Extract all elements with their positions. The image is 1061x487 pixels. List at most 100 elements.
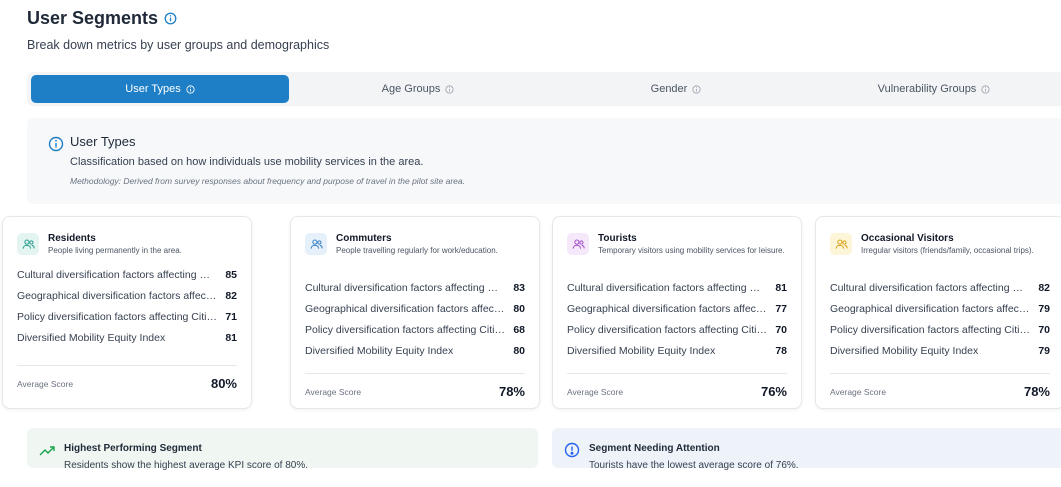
users-icon <box>17 233 39 255</box>
tab-label: Vulnerability Groups <box>877 83 977 95</box>
info-icon <box>186 84 195 94</box>
metric-row: Diversified Mobility Equity Index 80 <box>305 340 525 361</box>
metric-label: Policy diversification factors affecting… <box>305 323 505 336</box>
segment-card-occasional-visitors: Occasional Visitors Irregular visitors (… <box>815 216 1061 409</box>
alert-circle-icon <box>564 442 580 458</box>
metric-list: Cultural diversification factors affecti… <box>17 264 237 348</box>
average-score-label: Average Score <box>17 378 74 389</box>
metric-value: 70 <box>1038 323 1050 336</box>
segment-card-commuters: Commuters People travelling regularly fo… <box>290 216 540 409</box>
users-icon <box>567 233 589 255</box>
metric-label: Diversified Mobility Equity Index <box>17 331 166 344</box>
average-score-row: Average Score 80% <box>17 365 237 391</box>
metric-row: Diversified Mobility Equity Index 79 <box>830 340 1050 361</box>
metric-row: Geographical diversification factors aff… <box>567 298 787 319</box>
segment-description: Temporary visitors using mobility servic… <box>598 246 785 255</box>
info-icon <box>445 84 454 94</box>
highest-performing-insight: Highest Performing Segment Residents sho… <box>27 428 538 471</box>
metric-row: Cultural diversification factors affecti… <box>17 264 237 285</box>
tab-vulnerability-groups[interactable]: Vulnerability Groups <box>805 75 1061 103</box>
segment-description: People travelling regularly for work/edu… <box>336 246 498 255</box>
metric-value: 77 <box>775 302 787 315</box>
metric-label: Policy diversification factors affecting… <box>17 310 217 323</box>
metric-value: 81 <box>775 281 787 294</box>
metric-label: Cultural diversification factors affecti… <box>17 268 217 281</box>
metric-value: 80 <box>513 302 525 315</box>
segment-card-residents: Residents People living permanently in t… <box>2 216 252 409</box>
metric-row: Geographical diversification factors aff… <box>830 298 1050 319</box>
metric-value: 79 <box>1038 344 1050 357</box>
average-score-row: Average Score 78% <box>305 373 525 399</box>
insight-title: Segment Needing Attention <box>589 443 720 454</box>
insight-text: Tourists have the lowest average score o… <box>589 460 799 471</box>
metric-value: 82 <box>1038 281 1050 294</box>
average-score-label: Average Score <box>830 386 887 397</box>
metric-row: Cultural diversification factors affecti… <box>567 277 787 298</box>
segment-name: Commuters <box>336 233 392 244</box>
insight-text: Residents show the highest average KPI s… <box>64 460 309 471</box>
average-score-value: 76% <box>760 384 787 399</box>
average-score-row: Average Score 76% <box>567 373 787 399</box>
metric-label: Diversified Mobility Equity Index <box>830 344 979 357</box>
info-panel-methodology: Methodology: Derived from survey respons… <box>70 176 465 186</box>
metric-value: 68 <box>513 323 525 336</box>
segment-card-header: Residents People living permanently in t… <box>17 233 239 256</box>
info-icon[interactable] <box>164 12 177 25</box>
info-panel-title: User Types <box>70 134 136 149</box>
users-icon <box>830 233 852 255</box>
tab-age-groups[interactable]: Age Groups <box>289 75 547 103</box>
info-icon <box>692 84 701 94</box>
tab-user-types[interactable]: User Types <box>31 75 289 103</box>
user-types-info-panel: User Types Classification based on how i… <box>27 118 1061 204</box>
segment-card-tourists: Tourists Temporary visitors using mobili… <box>552 216 802 409</box>
average-score-row: Average Score 78% <box>830 373 1050 399</box>
tab-label: Age Groups <box>381 83 441 95</box>
metric-label: Geographical diversification factors aff… <box>830 302 1030 315</box>
metric-list: Cultural diversification factors affecti… <box>830 277 1050 361</box>
metric-label: Cultural diversification factors affecti… <box>830 281 1030 294</box>
metric-value: 71 <box>225 310 237 323</box>
metric-value: 70 <box>775 323 787 336</box>
metric-row: Diversified Mobility Equity Index 81 <box>17 327 237 348</box>
metric-label: Diversified Mobility Equity Index <box>305 344 454 357</box>
metric-row: Policy diversification factors affecting… <box>17 306 237 327</box>
trending-up-icon <box>39 444 55 458</box>
metric-label: Policy diversification factors affecting… <box>567 323 767 336</box>
average-score-label: Average Score <box>305 386 362 397</box>
metric-value: 79 <box>1038 302 1050 315</box>
segment-card-header: Commuters People travelling regularly fo… <box>305 233 527 256</box>
metric-label: Diversified Mobility Equity Index <box>567 344 716 357</box>
segment-name: Residents <box>48 233 96 244</box>
attention-insight: Segment Needing Attention Tourists have … <box>552 428 1061 471</box>
page-title: User Segments <box>27 8 159 28</box>
metric-label: Geographical diversification factors aff… <box>305 302 505 315</box>
tab-gender[interactable]: Gender <box>547 75 805 103</box>
metric-value: 81 <box>225 331 237 344</box>
average-score-value: 78% <box>1023 384 1050 399</box>
metric-label: Cultural diversification factors affecti… <box>305 281 505 294</box>
insight-title: Highest Performing Segment <box>64 443 202 454</box>
metric-row: Policy diversification factors affecting… <box>305 319 525 340</box>
metric-list: Cultural diversification factors affecti… <box>305 277 525 361</box>
page-subtitle: Break down metrics by user groups and de… <box>27 38 330 52</box>
metric-value: 80 <box>513 344 525 357</box>
metric-row: Policy diversification factors affecting… <box>830 319 1050 340</box>
average-score-value: 80% <box>210 376 237 391</box>
metric-row: Cultural diversification factors affecti… <box>305 277 525 298</box>
page-header: User Segments <box>27 8 177 29</box>
metric-row: Cultural diversification factors affecti… <box>830 277 1050 298</box>
average-score-label: Average Score <box>567 386 624 397</box>
metric-row: Diversified Mobility Equity Index 78 <box>567 340 787 361</box>
segment-description: Irregular visitors (friends/family, occa… <box>861 246 1034 255</box>
tab-label: User Types <box>125 83 181 95</box>
metric-row: Geographical diversification factors aff… <box>17 285 237 306</box>
metric-label: Cultural diversification factors affecti… <box>567 281 767 294</box>
metric-label: Geographical diversification factors aff… <box>17 289 217 302</box>
segment-tabs: User Types Age Groups Gender Vulnerabili… <box>27 72 1061 106</box>
info-icon <box>981 84 990 94</box>
tab-label: Gender <box>650 83 688 95</box>
users-icon <box>305 233 327 255</box>
average-score-value: 78% <box>498 384 525 399</box>
info-panel-description: Classification based on how individuals … <box>70 156 424 168</box>
metric-label: Geographical diversification factors aff… <box>567 302 767 315</box>
